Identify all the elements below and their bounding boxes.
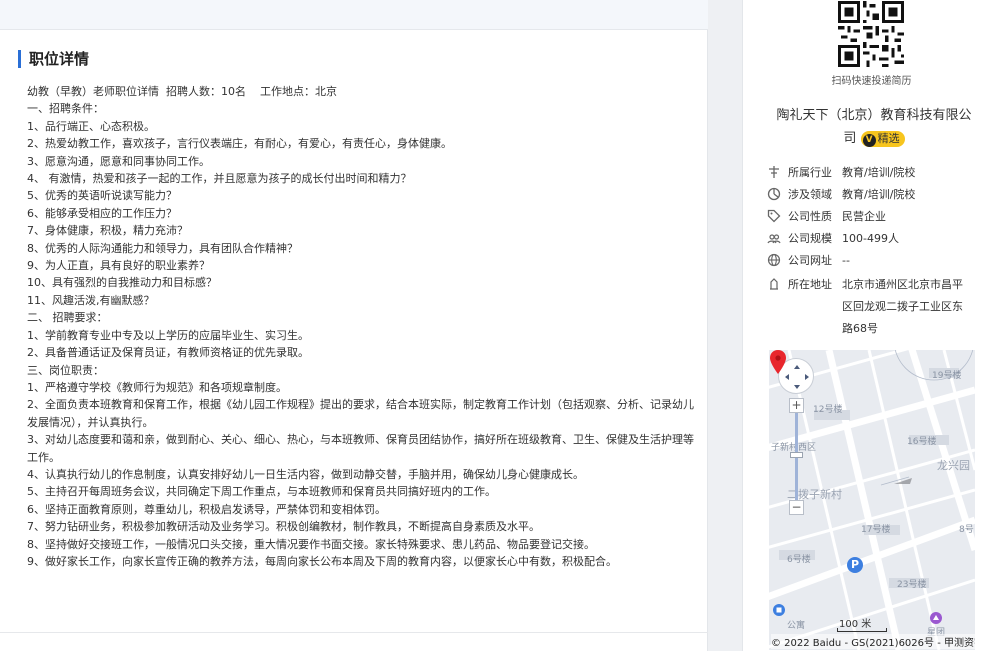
- job-line: 2、热爱幼教工作，喜欢孩子，言行仪表端庄，有耐心，有爱心，有责任心，身体健康。: [27, 137, 452, 151]
- job-line: 2、全面负责本班教育和保育工作，根据《幼儿园工作规程》提出的要求，结合本班实际，…: [27, 398, 694, 429]
- info-label: 公司规模: [788, 232, 832, 245]
- job-line: 2、具备普通话证及保育员证，有教师资格证的优先录取。: [27, 346, 309, 360]
- map-copyright: © 2022 Baidu - GS(2021)6026号 - 甲测资字: [771, 634, 975, 649]
- company-name-block[interactable]: 陶礼天下（北京）教育科技有限公司 V 精选: [771, 104, 977, 150]
- map-label: 8号: [959, 525, 974, 535]
- job-line: 1、严格遵守学校《教师行为规范》和各项规章制度。: [27, 380, 287, 394]
- job-line: 3、愿意沟通，愿意和同事协同工作。: [27, 154, 210, 168]
- info-label: 所属行业: [788, 166, 832, 179]
- map-label: 6号楼: [787, 555, 811, 565]
- company-sidebar: 扫码快速投递简历 陶礼天下（北京）教育科技有限公司 V 精选 所属行业 教育/培训…: [742, 0, 999, 651]
- map-label: 19号楼: [932, 371, 962, 381]
- top-strip: [0, 0, 708, 30]
- job-line: 二、 招聘要求：: [27, 311, 108, 325]
- job-line: 9、做好家长工作，向家长宣传正确的教养方法，每周向家长公布本周及下周的教育内容，…: [27, 554, 617, 568]
- map-label: 17号楼: [861, 525, 891, 535]
- domain-icon: [767, 187, 781, 201]
- poi-place-icon: [930, 612, 942, 624]
- divider: [0, 632, 708, 633]
- job-line: 幼教（早教）老师职位详情 招聘人数：10名 工作地点：北京: [27, 85, 337, 98]
- location-pin-icon[interactable]: [769, 350, 787, 374]
- job-line: 6、坚持正面教育原则，尊重幼儿，积极启发诱导，严禁体罚和变相体罚。: [27, 502, 386, 516]
- job-line: 一、招聘条件：: [27, 102, 104, 116]
- job-line: 3、对幼儿态度要和蔼和亲，做到耐心、关心、细心、热心，与本班教师、保育员团结协作…: [27, 433, 694, 464]
- map-label: 16号楼: [907, 437, 937, 447]
- info-value: 教育/培训/院校: [842, 188, 916, 201]
- address-icon: [770, 278, 778, 290]
- job-line: 6、能够承受相应的工作压力？: [27, 206, 177, 220]
- qr-caption: 扫码快速投递简历: [831, 76, 912, 87]
- poi-building-icon: [773, 604, 785, 616]
- map-label: 公寓: [787, 621, 806, 631]
- zoom-out-button[interactable]: −: [789, 500, 804, 515]
- location-map[interactable]: 19号楼 12号楼 16号楼 子新村西区 龙兴园 二拨子新村 17号楼 8号 6…: [769, 350, 975, 650]
- job-line: 三、岗位职责：: [27, 363, 104, 377]
- tag-icon: [767, 209, 781, 223]
- featured-badge: V 精选: [860, 130, 905, 147]
- company-address: 北京市通州区北京市昌平区回龙观二拨子工业区东路68号: [842, 278, 963, 335]
- job-line: 5、主持召开每周班务会议，共同确定下周工作重点，与本班教师和保育员共同搞好班内的…: [27, 485, 496, 499]
- job-description: 幼教（早教）老师职位详情 招聘人数：10名 工作地点：北京 一、招聘条件： 1、…: [27, 83, 697, 570]
- job-line: 7、身体健康，积极，精力充沛？: [27, 224, 188, 238]
- zoom-in-button[interactable]: +: [789, 398, 804, 413]
- map-label: 23号楼: [897, 580, 927, 590]
- map-label: 12号楼: [813, 405, 843, 415]
- info-label: 涉及领域: [788, 188, 832, 201]
- info-label: 公司网址: [788, 254, 832, 267]
- job-line: 4、认真执行幼儿的作息制度，认真安排好幼儿一日生活内容，做到动静交替，手脑并用，…: [27, 467, 584, 481]
- info-label: 公司性质: [788, 210, 832, 223]
- job-line: 7、努力钻研业务，积极参加教研活动及业务学习。积极创编教材，制作教具，不断提高自…: [27, 520, 540, 534]
- info-value[interactable]: --: [842, 250, 850, 272]
- people-icon: [767, 234, 781, 244]
- section-title: 职位详情: [18, 50, 89, 68]
- zoom-slider-handle[interactable]: [790, 452, 803, 458]
- parking-icon: P: [847, 557, 863, 573]
- info-value: 民营企业: [842, 210, 886, 223]
- badge-label: 精选: [877, 131, 900, 145]
- job-line: 4、 有激情，热爱和孩子一起的工作，并且愿意为孩子的成长付出时间和精力？: [27, 172, 412, 186]
- job-line: 5、优秀的英语听说读写能力？: [27, 189, 177, 203]
- info-value: 100-499人: [842, 232, 899, 245]
- job-detail-panel: 职位详情 幼教（早教）老师职位详情 招聘人数：10名 工作地点：北京 一、招聘条…: [0, 0, 708, 651]
- map-label: 龙兴园: [937, 459, 970, 472]
- qr-code-icon[interactable]: [838, 1, 904, 67]
- industry-icon: [769, 166, 779, 178]
- job-line: 9、为人正直，具有良好的职业素养？: [27, 259, 210, 273]
- job-line: 1、学前教育专业中专及以上学历的应届毕业生、实习生。: [27, 328, 309, 342]
- map-scale-bar: [837, 628, 887, 632]
- job-line: 8、优秀的人际沟通能力和领导力，具有团队合作精神？: [27, 241, 298, 255]
- job-line: 11、风趣活泼,有幽默感？: [27, 293, 155, 307]
- globe-icon: [767, 253, 781, 267]
- job-line: 10、具有强烈的自我推动力和目标感？: [27, 276, 217, 290]
- info-value: 教育/培训/院校: [842, 166, 916, 179]
- job-line: 1、品行端正、心态积极。: [27, 119, 155, 133]
- v-badge-icon: V: [862, 133, 876, 147]
- info-label: 所在地址: [788, 278, 832, 291]
- job-line: 8、坚持做好交接班工作，一般情况口头交接，重大情况要作书面交接。家长特殊要求、患…: [27, 537, 595, 551]
